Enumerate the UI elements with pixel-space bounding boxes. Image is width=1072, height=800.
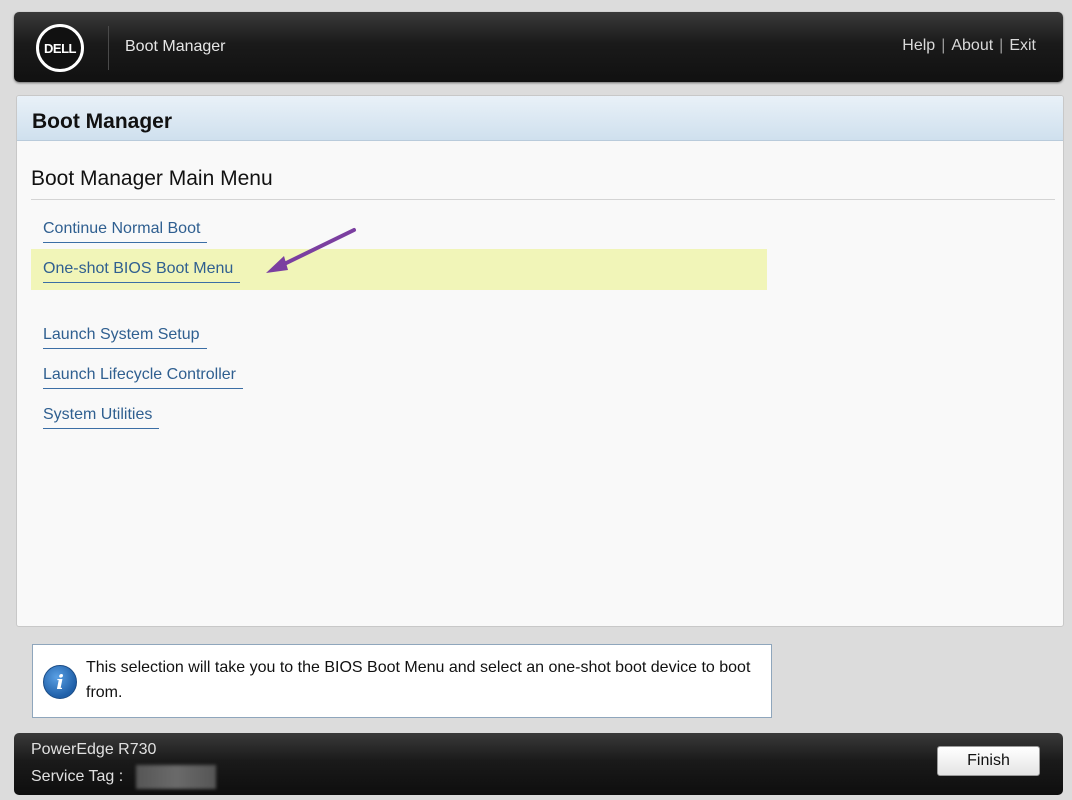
menu-item-launch-system-setup[interactable]: Launch System Setup	[43, 326, 207, 349]
page-title: Boot Manager	[32, 110, 173, 133]
menu-item-system-utilities[interactable]: System Utilities	[43, 406, 160, 429]
header-bar: DELL Boot Manager Help | About | Exit	[14, 12, 1063, 82]
system-model: PowerEdge R730	[31, 741, 157, 758]
info-text: This selection will take you to the BIOS…	[86, 659, 751, 701]
finish-button[interactable]: Finish	[937, 746, 1040, 776]
link-separator: |	[999, 37, 1004, 54]
section-title: Boot Manager Main Menu	[31, 167, 273, 190]
section-divider	[31, 199, 1055, 200]
info-icon: i	[43, 665, 77, 699]
panel-title-bar	[17, 96, 1063, 141]
about-link[interactable]: About	[951, 37, 993, 54]
footer-bar: PowerEdge R730 Service Tag : Finish	[14, 733, 1063, 795]
header-divider	[108, 26, 109, 70]
service-tag-label: Service Tag :	[31, 768, 124, 785]
menu-item-one-shot-bios-boot-menu[interactable]: One-shot BIOS Boot Menu	[43, 260, 241, 283]
header-links: Help | About | Exit	[902, 37, 1036, 55]
header-title: Boot Manager	[125, 38, 226, 55]
main-panel: Boot Manager Boot Manager Main Menu Cont…	[16, 95, 1064, 627]
help-info-box: i This selection will take you to the BI…	[32, 644, 772, 718]
annotation-arrow	[266, 228, 356, 273]
dell-logo-text: DELL	[44, 40, 76, 56]
menu-item-continue-normal-boot[interactable]: Continue Normal Boot	[43, 220, 208, 243]
dell-logo: DELL	[36, 24, 84, 72]
exit-link[interactable]: Exit	[1009, 37, 1036, 54]
menu-item-launch-lifecycle-controller[interactable]: Launch Lifecycle Controller	[43, 366, 243, 389]
service-tag-value-redacted	[136, 765, 216, 789]
help-link[interactable]: Help	[902, 37, 935, 54]
link-separator: |	[941, 37, 946, 54]
